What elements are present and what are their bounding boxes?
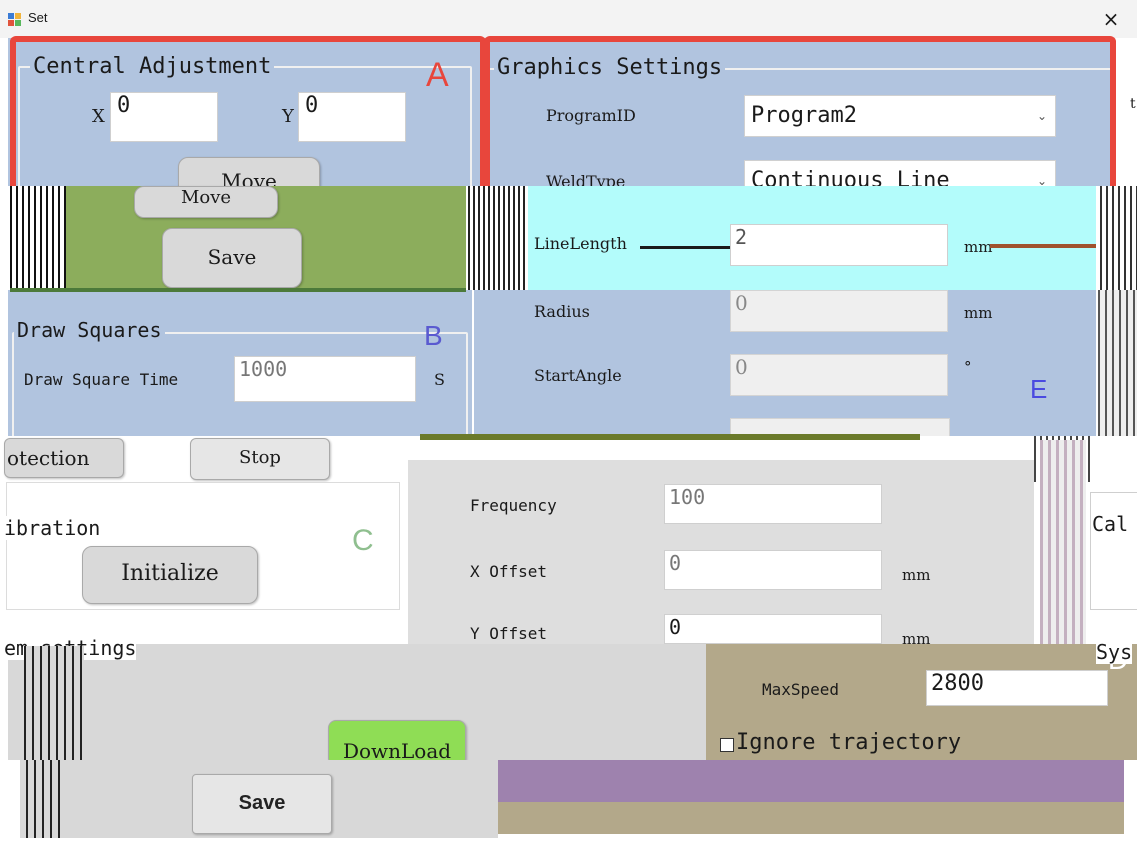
y-offset-label: Y Offset	[470, 624, 548, 643]
line-length-label: LineLength	[534, 234, 627, 253]
start-angle-unit: °	[964, 358, 972, 376]
app-icon	[8, 12, 22, 26]
window-title: Set	[28, 10, 48, 25]
calibration-right-group	[1090, 492, 1137, 610]
ignore-trajectory-checkbox[interactable]	[720, 738, 734, 752]
initialize-button[interactable]: Initialize	[82, 546, 258, 604]
glitch-line	[640, 246, 730, 249]
frequency-input[interactable]: 100	[664, 484, 882, 524]
save-button[interactable]: Save	[162, 228, 302, 288]
frequency-label: Frequency	[470, 496, 557, 515]
glitch-band	[498, 802, 1124, 834]
start-angle-input[interactable]: 0	[730, 354, 948, 396]
glitch-bars	[1040, 440, 1086, 646]
calibration-legend: ibration	[4, 516, 101, 540]
glitch-bars	[1098, 290, 1137, 436]
radius-input[interactable]: 0	[730, 290, 948, 332]
clipped-char: t	[1130, 96, 1136, 112]
stop-button[interactable]: Stop	[190, 438, 330, 480]
draw-square-time-unit: S	[434, 370, 445, 389]
ignore-trajectory-label: Ignore trajectory	[736, 730, 962, 755]
divider	[10, 288, 466, 292]
x-offset-input[interactable]: 0	[664, 550, 882, 590]
y-offset-input[interactable]: 0	[664, 614, 882, 644]
line-length-unit: mm	[964, 238, 993, 256]
max-speed-input[interactable]: 2800	[926, 670, 1108, 706]
title-bar	[0, 0, 1137, 38]
glitch-bars	[26, 760, 66, 838]
region-label-b: B	[424, 320, 443, 351]
glitch-bars	[468, 186, 528, 290]
start-angle-label: StartAngle	[534, 366, 622, 385]
draw-square-time-input[interactable]: 1000	[234, 356, 416, 402]
x-offset-unit: mm	[902, 566, 931, 584]
glitch-bars	[24, 646, 84, 760]
glitch-bars	[1100, 186, 1137, 290]
calibration-right-legend: Cal	[1092, 512, 1129, 536]
region-label-e: E	[1030, 374, 1048, 404]
radius-unit: mm	[964, 304, 993, 322]
save-settings-button[interactable]: Save	[192, 774, 332, 834]
draw-square-time-label: Draw Square Time	[24, 370, 179, 389]
glitch-line	[990, 244, 1096, 248]
radius-label: Radius	[534, 302, 590, 321]
glitch-bars	[10, 186, 66, 290]
glitch-band	[498, 760, 1124, 802]
max-speed-label: MaxSpeed	[762, 680, 840, 699]
region-label-c: C	[352, 524, 374, 557]
close-button[interactable]: ×	[1096, 6, 1126, 32]
glitch-line	[420, 434, 920, 440]
system-right-legend-wrap: Sys	[1096, 640, 1137, 664]
line-length-input[interactable]: 2	[730, 224, 948, 266]
x-offset-label: X Offset	[470, 562, 548, 581]
protection-button[interactable]: otection	[4, 438, 124, 478]
system-right-legend: Sys	[1096, 640, 1133, 664]
draw-squares-legend: Draw Squares	[14, 318, 165, 342]
move-button-ghost: Move	[134, 186, 278, 218]
